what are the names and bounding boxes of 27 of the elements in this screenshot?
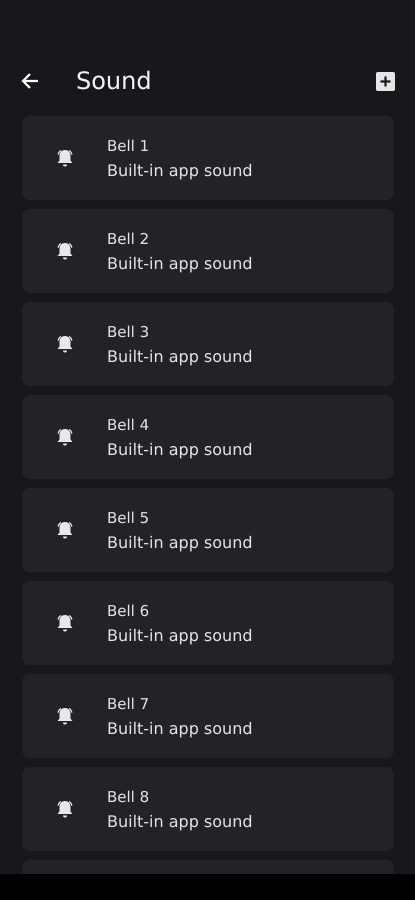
- sound-description: Built-in app sound: [107, 718, 252, 738]
- sound-description: Built-in app sound: [107, 626, 252, 646]
- sound-name: Bell 5: [107, 508, 150, 528]
- sound-name: Bell 3: [107, 322, 150, 342]
- sound-name: Bell 8: [107, 786, 150, 806]
- sound-description: Built-in app sound: [107, 254, 252, 274]
- sound-item[interactable]: Bell 2 Built-in app sound: [22, 209, 394, 293]
- sound-name: Bell 7: [107, 694, 150, 714]
- sound-item[interactable]: Bell 7 Built-in app sound: [22, 674, 394, 758]
- sound-description: Built-in app sound: [107, 812, 252, 832]
- page-title: Sound: [76, 66, 152, 97]
- sound-item[interactable]: Bell 4 Built-in app sound: [22, 395, 394, 479]
- back-icon[interactable]: [20, 72, 40, 90]
- sound-item[interactable]: Bell 6 Built-in app sound: [22, 581, 394, 665]
- sound-name: Bell 2: [107, 228, 150, 248]
- sound-name: Bell 1: [107, 136, 150, 156]
- sound-description: Built-in app sound: [107, 532, 252, 552]
- sound-name: Bell 6: [107, 600, 150, 620]
- sound-item[interactable]: Bell 3 Built-in app sound: [22, 302, 394, 386]
- add-icon[interactable]: [376, 72, 395, 90]
- sound-description: Built-in app sound: [107, 160, 252, 180]
- sound-item[interactable]: Bell 5 Built-in app sound: [22, 488, 394, 572]
- sound-item[interactable]: Bell 1 Built-in app sound: [22, 116, 394, 200]
- sound-name: Bell 4: [107, 414, 150, 434]
- sound-description: Built-in app sound: [107, 346, 252, 366]
- sound-description: Built-in app sound: [107, 440, 252, 460]
- sound-item[interactable]: Bell 8 Built-in app sound: [22, 767, 394, 851]
